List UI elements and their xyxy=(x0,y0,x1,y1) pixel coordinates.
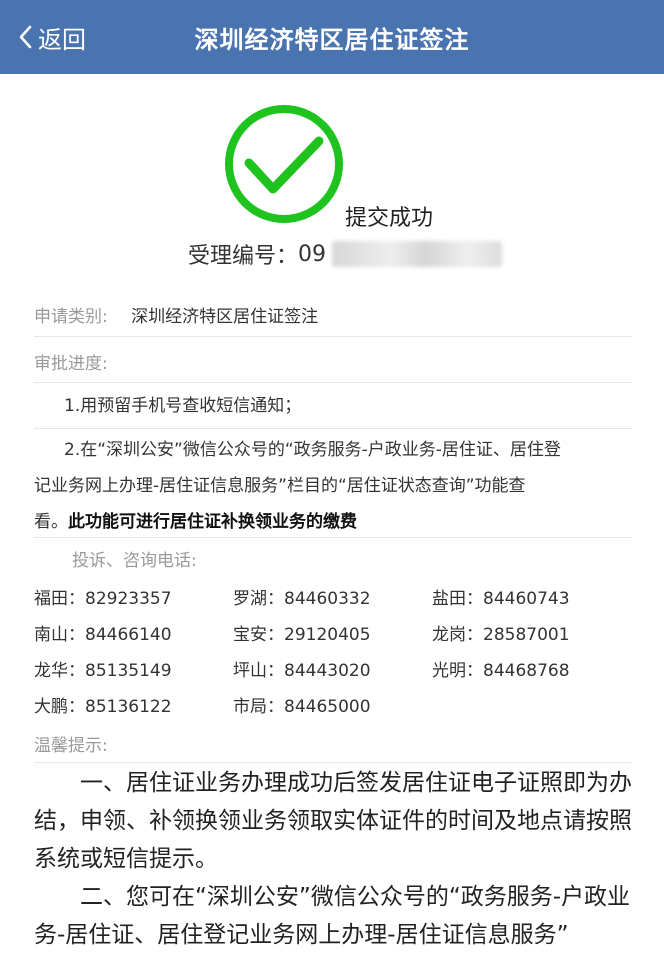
phone-number[interactable]: 82923357 xyxy=(85,589,172,609)
progress-step-1: 1.用预留手机号查收短信通知； xyxy=(64,396,302,416)
reference-number: 受理编号： 09 xyxy=(188,238,503,270)
progress-step-2: 2.在“深圳公安”微信公众号的“政务服务-户政业务-居住证、居住登 记业务网上办… xyxy=(34,432,632,540)
category-row: 申请类别: 深圳经济特区居住证签注 xyxy=(34,302,632,327)
tips-content: 一、居住证业务办理成功后签发居住证电子证照即为办结，申领、补领换领业务领取实体证… xyxy=(34,764,634,954)
progress-row: 审批进度: xyxy=(34,349,632,374)
contact-item: 龙华：85135149 xyxy=(34,661,172,681)
contact-item: 盐田：84460743 xyxy=(432,589,570,609)
contact-item: 市局：84465000 xyxy=(233,697,371,717)
category-label: 申请类别: xyxy=(34,307,108,327)
tips-paragraph-2: 二、您可在“深圳公安”微信公众号的“政务服务-户政业务-居住证、居住登记业务网上… xyxy=(34,884,631,948)
redacted-value xyxy=(332,241,503,267)
divider xyxy=(34,762,632,763)
check-circle-icon xyxy=(223,103,345,225)
phone-number[interactable]: 84465000 xyxy=(284,697,371,717)
progress-label: 审批进度: xyxy=(34,354,108,374)
contacts-label: 投诉、咨询电话: xyxy=(72,551,197,571)
contact-item: 罗湖：84460332 xyxy=(233,589,371,609)
step2-line-3-bold: 此功能可进行居住证补换领业务的缴费 xyxy=(68,512,357,532)
step2-line-2: 记业务网上办理-居住证信息服务”栏目的“居住证状态查询”功能查 xyxy=(34,476,526,496)
phone-number[interactable]: 84460332 xyxy=(284,589,371,609)
phone-number[interactable]: 29120405 xyxy=(284,625,371,645)
divider xyxy=(34,336,632,337)
phone-number[interactable]: 84466140 xyxy=(85,625,172,645)
success-message: 提交成功 xyxy=(345,206,434,231)
contact-item: 坪山：84443020 xyxy=(233,661,371,681)
step2-line-3: 看。此功能可进行居住证补换领业务的缴费 xyxy=(34,504,632,540)
top-bar: 返回 深圳经济特区居住证签注 xyxy=(0,0,664,74)
contact-item: 龙岗：28587001 xyxy=(432,625,570,645)
contact-item: 福田：82923357 xyxy=(34,589,172,609)
divider xyxy=(34,382,632,383)
contact-item: 宝安：29120405 xyxy=(233,625,371,645)
contact-item: 南山：84466140 xyxy=(34,625,172,645)
tips-paragraph-1: 一、居住证业务办理成功后签发居住证电子证照即为办结，申领、补领换领业务领取实体证… xyxy=(34,770,632,872)
phone-number[interactable]: 84468768 xyxy=(483,661,570,681)
phone-number[interactable]: 28587001 xyxy=(483,625,570,645)
phone-number[interactable]: 84443020 xyxy=(284,661,371,681)
phone-number[interactable]: 85136122 xyxy=(85,697,172,717)
reference-value: 09 xyxy=(298,241,327,267)
reference-label: 受理编号： xyxy=(188,244,299,269)
contact-item: 大鹏：85136122 xyxy=(34,697,172,717)
tips-label: 温馨提示: xyxy=(34,736,108,756)
divider xyxy=(34,428,632,429)
category-value: 深圳经济特区居住证签注 xyxy=(131,307,319,327)
step2-line-3-plain: 看。 xyxy=(34,512,68,532)
step2-line-1: 2.在“深圳公安”微信公众号的“政务服务-户政业务-居住证、居住登 xyxy=(64,440,561,460)
contact-item: 光明：84468768 xyxy=(432,661,570,681)
divider xyxy=(34,537,632,538)
phone-number[interactable]: 84460743 xyxy=(483,589,570,609)
phone-number[interactable]: 85135149 xyxy=(85,661,172,681)
page-title: 深圳经济特区居住证签注 xyxy=(194,25,470,54)
